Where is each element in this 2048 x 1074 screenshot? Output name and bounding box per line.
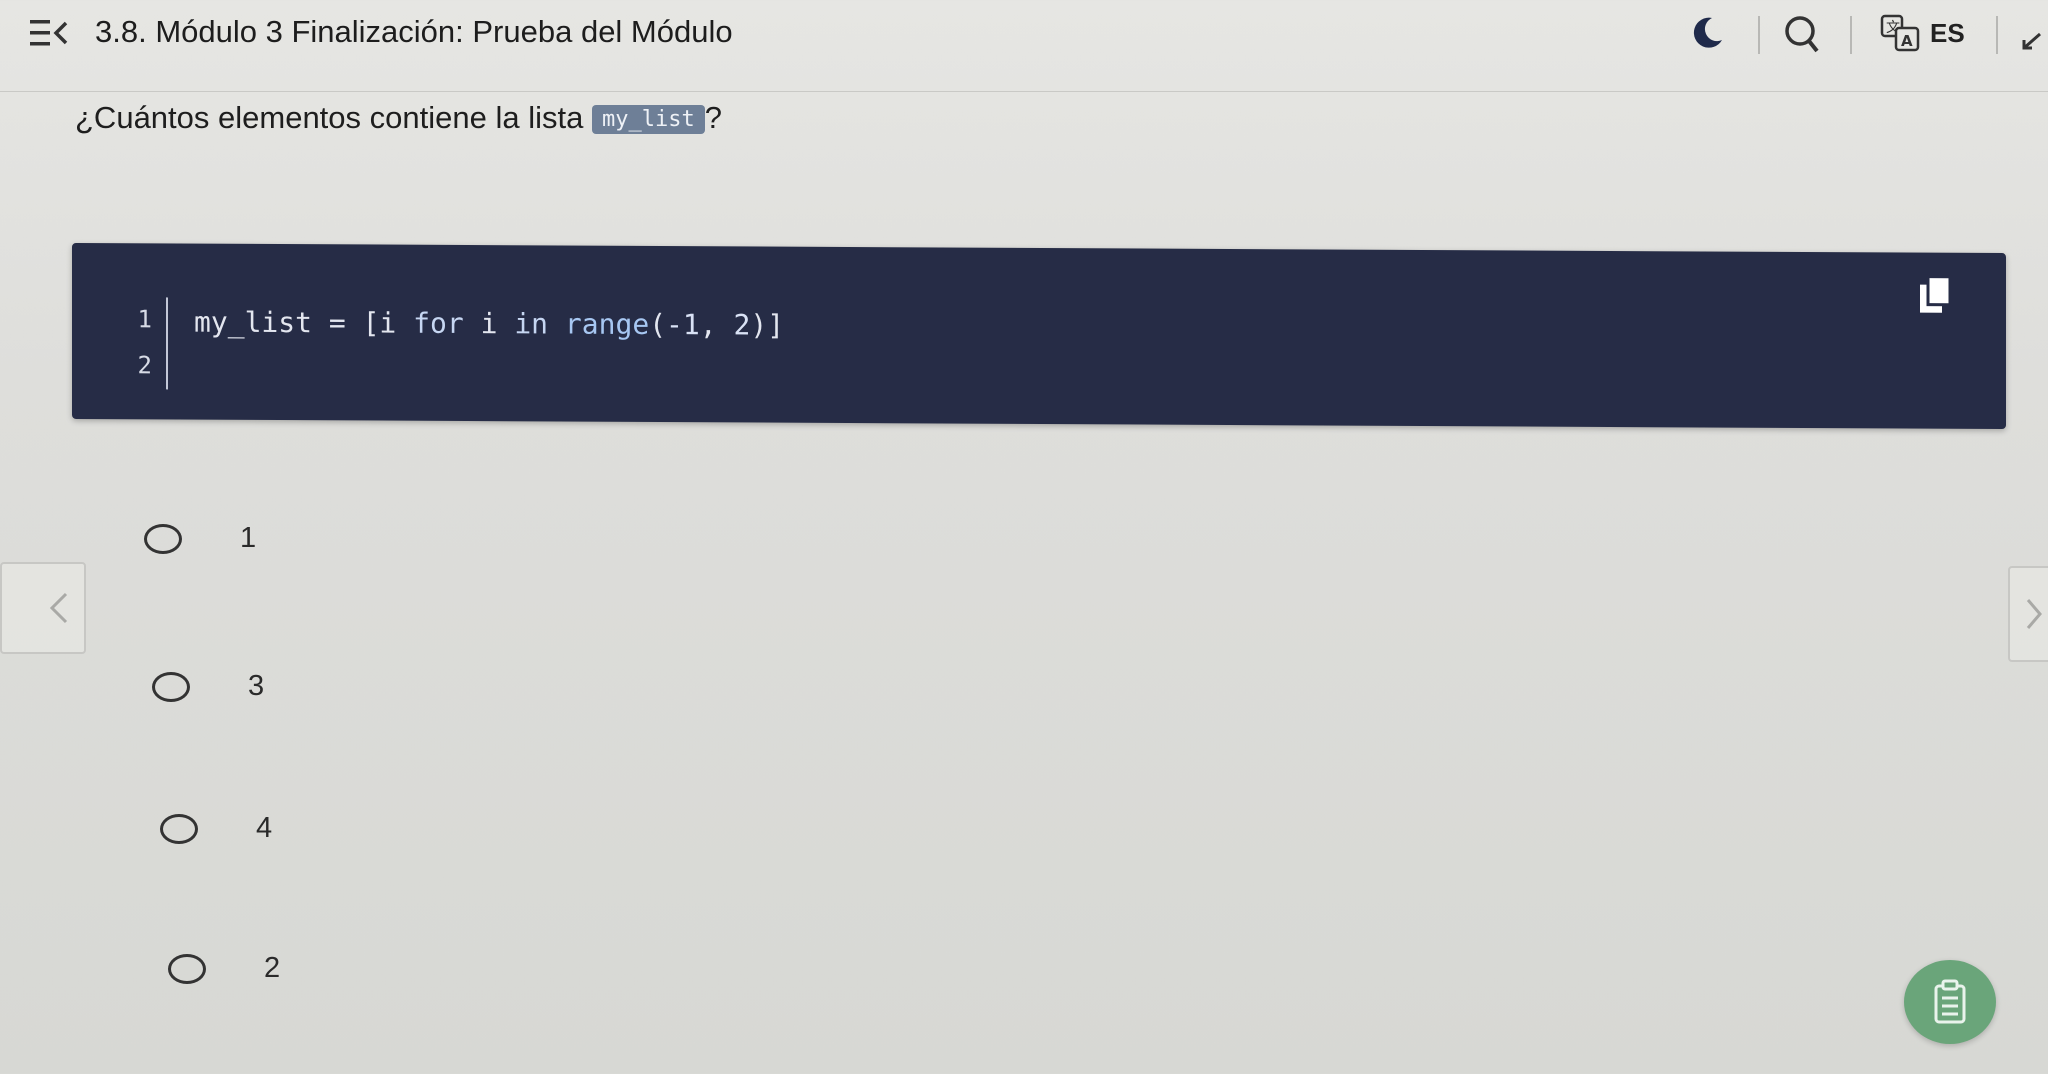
notes-button[interactable] — [1904, 960, 1996, 1044]
radio-button[interactable] — [160, 813, 198, 844]
line-number: 2 — [137, 351, 152, 380]
radio-button[interactable] — [144, 523, 182, 554]
divider — [1996, 16, 1998, 54]
option-label: 4 — [256, 812, 273, 844]
code-keyword: in — [514, 307, 549, 341]
code-token: , — [699, 308, 734, 342]
menu-collapse-icon[interactable] — [30, 18, 72, 48]
code-keyword: for — [413, 306, 464, 340]
notes-icon — [1934, 979, 1966, 1024]
user-icon[interactable] — [2020, 28, 2044, 52]
page-title: 3.8. Módulo 3 Finalización: Prueba del M… — [95, 14, 733, 49]
question-text-before: ¿Cuántos elementos contiene la lista — [75, 100, 584, 135]
translate-icon[interactable]: 文 A — [1880, 12, 1922, 54]
code-line: my_list = [i for i in range(-1, 2)] — [194, 306, 784, 342]
divider — [1850, 16, 1852, 54]
question-text: ¿Cuántos elementos contiene la lista my_… — [75, 100, 722, 136]
code-number: 2 — [733, 308, 751, 342]
next-button[interactable] — [2008, 566, 2048, 662]
gutter-divider — [166, 297, 168, 390]
copy-icon[interactable] — [1918, 275, 1954, 315]
code-function: range — [564, 307, 650, 341]
code-token: my_list = [i — [194, 305, 414, 340]
answer-option[interactable]: 3 — [152, 670, 264, 703]
option-label: 2 — [264, 952, 281, 984]
code-token: i — [463, 306, 515, 341]
answer-option[interactable]: 2 — [168, 952, 280, 985]
language-label[interactable]: ES — [1930, 18, 1965, 49]
answer-option[interactable]: 1 — [144, 522, 256, 555]
radio-button[interactable] — [152, 671, 190, 702]
code-token: ( — [649, 307, 667, 342]
code-block: 1 2 my_list = [i for i in range(-1, 2)] — [72, 242, 2006, 430]
previous-button[interactable] — [0, 562, 86, 654]
radio-button[interactable] — [168, 953, 206, 984]
inline-code: my_list — [591, 105, 705, 134]
line-number: 1 — [137, 305, 152, 334]
chevron-right-icon — [2026, 599, 2042, 629]
moon-icon[interactable] — [1690, 16, 1724, 50]
search-icon[interactable] — [1782, 12, 1822, 56]
answer-option[interactable]: 4 — [160, 812, 272, 845]
question-text-after: ? — [704, 100, 722, 135]
code-token: )] — [750, 308, 785, 342]
chevron-left-icon — [49, 592, 68, 624]
svg-text:A: A — [1901, 32, 1913, 50]
divider — [1758, 16, 1760, 54]
option-label: 3 — [248, 670, 265, 702]
code-number: -1 — [666, 308, 700, 342]
top-bar: 3.8. Módulo 3 Finalización: Prueba del M… — [0, 0, 2048, 92]
option-label: 1 — [240, 522, 257, 554]
